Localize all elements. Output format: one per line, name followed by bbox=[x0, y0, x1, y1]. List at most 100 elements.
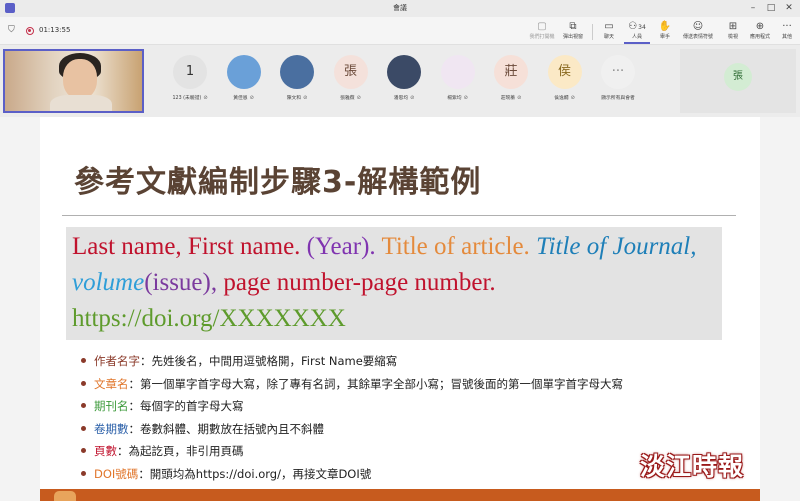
bullet-term: 文章名 bbox=[94, 376, 129, 391]
participant-name-label: 張雅薇 bbox=[340, 96, 355, 101]
participant-count: 34 bbox=[638, 24, 646, 31]
robot-icon: ▢ bbox=[537, 21, 547, 32]
minimize-icon[interactable]: – bbox=[744, 1, 762, 15]
participant-name: 顯示所有與會者 bbox=[590, 94, 646, 101]
shared-screen-stage: 參考文獻編制步驟3-解構範例 Last name, First name. (Y… bbox=[0, 117, 800, 501]
people-icon: ⚇34 bbox=[628, 21, 646, 32]
more-button[interactable]: ··· 其他 bbox=[778, 20, 796, 44]
participant-name-label: 楊紫均 bbox=[447, 96, 462, 101]
hand-icon: ✋ bbox=[658, 21, 672, 32]
mic-muted-icon: ⊘ bbox=[249, 95, 254, 101]
bullet-term: 期刊名 bbox=[94, 399, 129, 413]
participant-name: 張雅薇 ⊘ bbox=[323, 94, 379, 101]
bullet-text: ：為起訖頁，非引用頁碼 bbox=[117, 444, 244, 458]
format-doi: https://doi.org/XXXXXXX bbox=[72, 305, 346, 332]
participant-name: 黃佳恩 ⊘ bbox=[216, 94, 272, 101]
format-article-title: Title of article. bbox=[381, 233, 537, 260]
toolbar-divider bbox=[592, 24, 593, 40]
smile-icon: ☺ bbox=[692, 21, 704, 32]
popout-button[interactable]: ⧉ 彈出視窗 bbox=[560, 20, 586, 44]
participant-tile[interactable]: 楊紫均 ⊘ bbox=[430, 55, 486, 111]
close-icon[interactable]: ✕ bbox=[780, 1, 798, 15]
participant-name: 莊琬蓁 ⊘ bbox=[483, 94, 539, 101]
avatar: 張 bbox=[724, 63, 752, 91]
slide-title: 參考文獻編制步驟3-解構範例 bbox=[74, 165, 482, 200]
participant-name-label: 顯示所有與會者 bbox=[601, 96, 635, 101]
participant-name-label: 潘思均 bbox=[393, 96, 409, 101]
participant-name: 楊紫均 ⊘ bbox=[430, 94, 486, 101]
bullet-text: ：每個字的首字母大寫 bbox=[128, 399, 244, 413]
bullet-term: 頁數 bbox=[94, 444, 117, 458]
bullet-dot bbox=[81, 448, 86, 453]
mic-muted-icon: ⊘ bbox=[517, 95, 522, 101]
participant-tile[interactable]: ··· 顯示所有與會者 bbox=[590, 55, 646, 111]
shield-icon: ⛉ bbox=[8, 25, 15, 35]
bullet-text: ：卷數斜體、期數放在括號內且不斜體 bbox=[128, 421, 325, 436]
bullet-text: ：開頭均為https://doi.org/，再接文章DOI號 bbox=[138, 466, 372, 481]
bullet-dot bbox=[81, 403, 86, 408]
window-title: 會議 bbox=[393, 4, 407, 12]
title-divider bbox=[62, 215, 736, 216]
bullet-dot bbox=[81, 470, 86, 476]
citation-format-box: Last name, First name. (Year). Title of … bbox=[66, 227, 722, 340]
apps-button[interactable]: ⊕ 應用程式 bbox=[746, 20, 774, 44]
presentation-slide: 參考文獻編制步驟3-解構範例 Last name, First name. (Y… bbox=[40, 117, 760, 501]
list-item: 卷期數：卷數斜體、期數放在括號內且不斜體 bbox=[80, 418, 740, 441]
avatar bbox=[387, 55, 421, 89]
participant-name-label: 黃佳恩 bbox=[233, 96, 248, 101]
avatar: 1 bbox=[173, 55, 207, 89]
participant-tile[interactable]: 黃佳恩 ⊘ bbox=[216, 55, 272, 111]
participant-name: 潘思均 ⊘ bbox=[376, 94, 432, 101]
list-item: 文章名：第一個單字首字母大寫，除了專有名詞，其餘單字全部小寫；冒號後面的第一個單… bbox=[80, 373, 740, 396]
format-volume: volume bbox=[72, 269, 145, 296]
bullet-dot bbox=[81, 425, 86, 431]
avatar bbox=[440, 55, 475, 89]
participant-tile[interactable]: 潘思均 ⊘ bbox=[376, 55, 432, 111]
mic-muted-icon: ⊘ bbox=[203, 95, 208, 101]
bullet-text: ：第一個單字首字母大寫，除了專有名詞，其餘單字全部小寫；冒號後面的第一個單字首字… bbox=[128, 376, 624, 391]
avatar bbox=[280, 55, 314, 89]
participant-gallery: 1 123 (未驗證) ⊘ 黃佳恩 ⊘ 陳文和 ⊘ 張張雅薇 ⊘ 潘思均 ⊘ 楊紫均 ⊘ 莊莊琬蓁 ⊘ 侯侯逸… bbox=[0, 45, 800, 117]
bullet-term: 卷期數 bbox=[94, 421, 129, 436]
bullet-dot bbox=[81, 358, 86, 363]
react-button[interactable]: ☺ 傳送表情符號 bbox=[678, 20, 718, 44]
avatar: ··· bbox=[601, 55, 635, 89]
watermark-logo: 淡江時報 bbox=[640, 452, 745, 481]
avatar: 莊 bbox=[494, 55, 528, 89]
chat-button[interactable]: ▭ 聊天 bbox=[598, 20, 620, 44]
avatar: 侯 bbox=[547, 55, 582, 89]
meeting-timer: 01:13:55 bbox=[39, 26, 71, 34]
format-year: (Year). bbox=[306, 233, 382, 260]
view-button[interactable]: ⊞ 檢視 bbox=[722, 20, 744, 44]
maximize-icon[interactable]: □ bbox=[762, 1, 780, 15]
raise-hand-button[interactable]: ✋ 舉手 bbox=[654, 20, 676, 44]
ai-button[interactable]: ▢ 我們打開機 bbox=[526, 20, 558, 44]
participant-tile[interactable]: 侯侯逸嫺 ⊘ bbox=[537, 55, 593, 111]
format-journal: Title of Journal, bbox=[536, 233, 697, 260]
slide-footer-bar bbox=[40, 489, 760, 501]
participant-tile[interactable]: 莊莊琬蓁 ⊘ bbox=[483, 55, 539, 111]
self-video-tile[interactable] bbox=[3, 49, 144, 113]
bullet-term: 作者名字 bbox=[94, 354, 140, 368]
list-item: 作者名字：先姓後名，中間用逗號格開，First Name要縮寫 bbox=[80, 350, 740, 373]
avatar: 張 bbox=[333, 55, 368, 89]
format-pages: page number-page number. bbox=[223, 269, 496, 296]
more-icon: ··· bbox=[782, 21, 792, 32]
bullet-text: ：先姓後名，中間用逗號格開，First Name要縮寫 bbox=[140, 354, 398, 368]
participant-name-label: 123 (未驗證) bbox=[172, 96, 202, 101]
list-item: 期刊名：每個字的首字母大寫 bbox=[80, 395, 740, 418]
participant-tile[interactable]: 1 123 (未驗證) ⊘ bbox=[162, 55, 218, 111]
participant-name-label: 莊琬蓁 bbox=[500, 96, 516, 101]
popout-icon: ⧉ bbox=[569, 21, 577, 32]
meeting-toolbar: ⛉ 01:13:55 ▢ 我們打開機 ⧉ 彈出視窗 ▭ 聊天 ⚇34 人員 ✋ … bbox=[0, 17, 800, 45]
participant-tile[interactable]: 張張雅薇 ⊘ bbox=[323, 55, 379, 111]
title-bar: 會議 – □ ✕ bbox=[0, 0, 800, 17]
format-author: Last name, First name. bbox=[72, 233, 307, 260]
participant-name: 陳文和 ⊘ bbox=[269, 94, 325, 101]
participant-video-tile[interactable]: 張 bbox=[680, 49, 796, 113]
participant-name-label: 陳文和 bbox=[286, 96, 302, 101]
participant-tile[interactable]: 陳文和 ⊘ bbox=[269, 55, 325, 111]
participant-name: 侯逸嫺 ⊘ bbox=[537, 94, 593, 101]
people-button[interactable]: ⚇34 人員 bbox=[624, 20, 650, 44]
mic-muted-icon: ⊘ bbox=[570, 95, 575, 101]
